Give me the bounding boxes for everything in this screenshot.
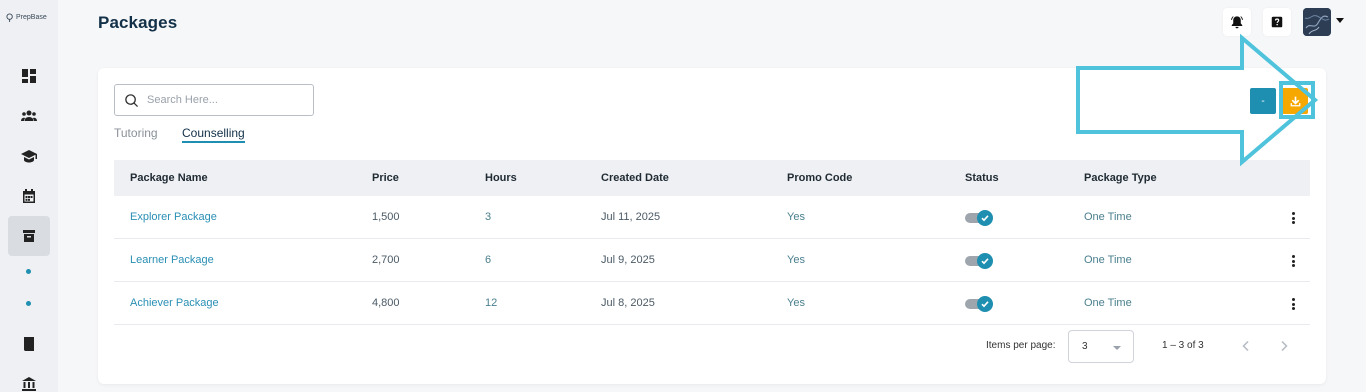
add-package-button[interactable]: - <box>1250 88 1276 114</box>
column-header[interactable]: Package Name <box>130 160 208 196</box>
app-logo[interactable]: PrepBase <box>6 13 47 22</box>
promo-code-cell: Yes <box>787 211 805 223</box>
graduation-cap-icon <box>21 150 37 163</box>
table-row[interactable]: Achiever Package 4,800 12 Jul 8, 2025 Ye… <box>114 282 1310 325</box>
avatar-image <box>1303 8 1331 36</box>
package-type-cell: One Time <box>1084 211 1132 223</box>
chevron-left-icon <box>1242 340 1249 352</box>
page-title: Packages <box>98 13 178 32</box>
column-header[interactable]: Package Type <box>1084 160 1157 196</box>
column-header[interactable]: Price <box>372 160 399 196</box>
check-icon <box>981 258 989 265</box>
bell-icon <box>1231 16 1243 29</box>
toggle-knob <box>977 253 993 269</box>
more-options-icon[interactable] <box>1288 210 1298 226</box>
price-cell: 4,800 <box>372 297 400 309</box>
search-box[interactable] <box>114 84 314 116</box>
created-date-cell: Jul 11, 2025 <box>601 211 661 223</box>
hours-cell: 3 <box>485 211 492 223</box>
package-name-link[interactable]: Learner Package <box>130 239 214 282</box>
help-button[interactable] <box>1263 8 1291 36</box>
bank-icon <box>22 377 36 391</box>
sidebar: PrepBase <box>0 0 58 392</box>
download-icon <box>1290 96 1300 106</box>
items-per-page-select[interactable]: 3 <box>1068 330 1134 363</box>
created-date-cell: Jul 8, 2025 <box>601 297 655 309</box>
table-header: Package Name Price Hours Created Date Pr… <box>114 160 1310 196</box>
logo-text: PrepBase <box>16 14 47 21</box>
package-name-link[interactable]: Achiever Package <box>130 282 219 325</box>
download-button[interactable] <box>1282 88 1308 114</box>
chevron-down-icon <box>1113 346 1121 350</box>
help-icon <box>1271 16 1283 28</box>
more-options-icon[interactable] <box>1288 296 1298 312</box>
package-name-link[interactable]: Explorer Package <box>130 196 217 239</box>
column-header[interactable]: Promo Code <box>787 160 852 196</box>
user-avatar[interactable] <box>1303 8 1331 36</box>
hours-cell: 12 <box>485 297 498 309</box>
book-icon <box>24 337 34 351</box>
package-type-cell: One Time <box>1084 297 1132 309</box>
notifications-button[interactable] <box>1223 8 1251 36</box>
sidebar-item-packages[interactable] <box>8 216 50 256</box>
check-icon <box>981 301 989 308</box>
toggle-knob <box>977 210 993 226</box>
table-row[interactable]: Learner Package 2,700 6 Jul 9, 2025 Yes … <box>114 239 1310 282</box>
column-header[interactable]: Hours <box>485 160 517 196</box>
status-toggle[interactable] <box>965 210 995 226</box>
sidebar-item-users[interactable] <box>8 96 50 136</box>
chevron-down-icon[interactable] <box>1336 18 1344 23</box>
users-icon <box>21 110 37 121</box>
add-package-button-label: - <box>1261 95 1265 107</box>
column-header[interactable]: Created Date <box>601 160 669 196</box>
package-icon <box>23 230 35 242</box>
more-options-icon[interactable] <box>1288 253 1298 269</box>
price-cell: 1,500 <box>372 211 400 223</box>
logo-icon <box>6 13 13 22</box>
toggle-knob <box>977 296 993 312</box>
sidebar-item-courses[interactable] <box>8 136 50 176</box>
next-page-button[interactable] <box>1276 338 1292 354</box>
previous-page-button[interactable] <box>1238 338 1254 354</box>
price-cell: 2,700 <box>372 254 400 266</box>
tab-counselling[interactable]: Counselling <box>182 126 245 143</box>
search-icon <box>125 93 139 107</box>
status-toggle[interactable] <box>965 253 995 269</box>
sidebar-item-finance[interactable] <box>8 364 50 392</box>
sidebar-item-calendar[interactable] <box>8 176 50 216</box>
check-icon <box>981 215 989 222</box>
table-row[interactable]: Explorer Package 1,500 3 Jul 11, 2025 Ye… <box>114 196 1310 239</box>
hours-cell: 6 <box>485 254 492 266</box>
promo-code-cell: Yes <box>787 297 805 309</box>
packages-card: Tutoring Counselling - Package Name Pric… <box>98 68 1326 384</box>
pagination-range: 1 – 3 of 3 <box>1162 340 1204 351</box>
promo-code-cell: Yes <box>787 254 805 266</box>
items-per-page-value: 3 <box>1082 341 1088 352</box>
status-toggle[interactable] <box>965 296 995 312</box>
package-type-cell: One Time <box>1084 254 1132 266</box>
sidebar-item-resources[interactable] <box>8 324 50 364</box>
sidebar-subitem-dot[interactable] <box>26 301 31 306</box>
tab-tutoring[interactable]: Tutoring <box>114 126 158 140</box>
sidebar-item-dashboard[interactable] <box>8 56 50 96</box>
column-header[interactable]: Status <box>965 160 999 196</box>
chevron-right-icon <box>1281 340 1288 352</box>
calendar-icon <box>23 189 35 203</box>
sidebar-subitem-dot[interactable] <box>26 269 31 274</box>
created-date-cell: Jul 9, 2025 <box>601 254 655 266</box>
search-input[interactable] <box>147 94 297 106</box>
dashboard-icon <box>22 69 36 83</box>
items-per-page-label: Items per page: <box>986 340 1056 351</box>
